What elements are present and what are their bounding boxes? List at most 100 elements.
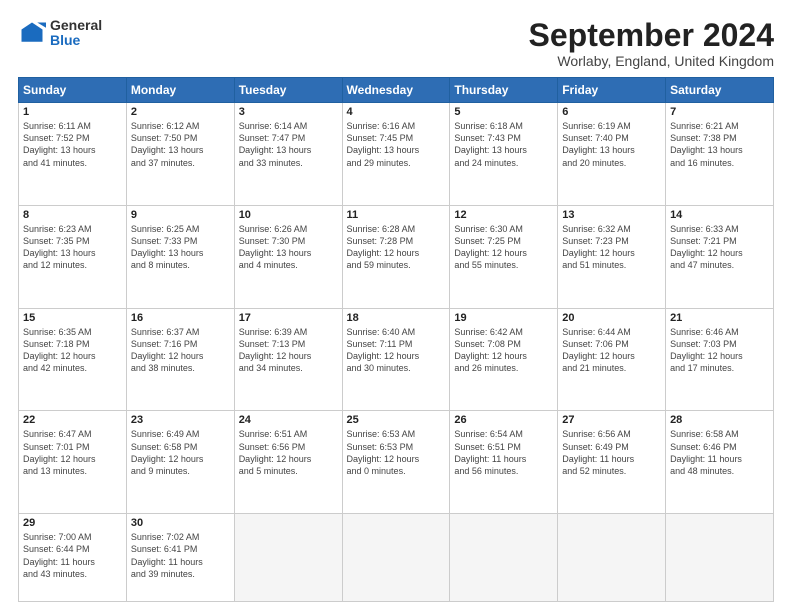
day-info: Sunrise: 6:49 AM Sunset: 6:58 PM Dayligh…	[131, 428, 230, 477]
logo-blue-text: Blue	[50, 33, 102, 48]
day-info: Sunrise: 6:16 AM Sunset: 7:45 PM Dayligh…	[347, 120, 446, 169]
calendar-cell: 6 Sunrise: 6:19 AM Sunset: 7:40 PM Daylig…	[558, 103, 666, 206]
day-number: 13	[562, 209, 661, 221]
day-info: Sunrise: 6:42 AM Sunset: 7:08 PM Dayligh…	[454, 326, 553, 375]
calendar-cell: 30 Sunrise: 7:02 AM Sunset: 6:41 PM Dayli…	[126, 514, 234, 602]
calendar-table: Sunday Monday Tuesday Wednesday Thursday…	[18, 77, 774, 602]
day-info: Sunrise: 6:56 AM Sunset: 6:49 PM Dayligh…	[562, 428, 661, 477]
day-info: Sunrise: 7:00 AM Sunset: 6:44 PM Dayligh…	[23, 531, 122, 580]
calendar-cell: 11 Sunrise: 6:28 AM Sunset: 7:28 PM Dayli…	[342, 205, 450, 308]
day-number: 10	[239, 209, 338, 221]
calendar-cell: 12 Sunrise: 6:30 AM Sunset: 7:25 PM Dayli…	[450, 205, 558, 308]
day-number: 11	[347, 209, 446, 221]
calendar-cell	[342, 514, 450, 602]
calendar-cell: 4 Sunrise: 6:16 AM Sunset: 7:45 PM Daylig…	[342, 103, 450, 206]
calendar-cell: 20Sunrise: 6:44 AM Sunset: 7:06 PM Dayli…	[558, 308, 666, 411]
day-number: 6	[562, 106, 661, 118]
day-number: 1	[23, 106, 122, 118]
calendar-week-5: 29 Sunrise: 7:00 AM Sunset: 6:44 PM Dayli…	[19, 514, 774, 602]
day-number: 15	[23, 312, 122, 324]
calendar-cell: 25 Sunrise: 6:53 AM Sunset: 6:53 PM Dayli…	[342, 411, 450, 514]
calendar-cell: 5 Sunrise: 6:18 AM Sunset: 7:43 PM Daylig…	[450, 103, 558, 206]
day-info: Sunrise: 6:14 AM Sunset: 7:47 PM Dayligh…	[239, 120, 338, 169]
col-thursday: Thursday	[450, 78, 558, 103]
day-info: Sunrise: 6:44 AM Sunset: 7:06 PM Dayligh…	[562, 326, 661, 375]
calendar-cell: 24 Sunrise: 6:51 AM Sunset: 6:56 PM Dayli…	[234, 411, 342, 514]
day-number: 18	[347, 312, 446, 324]
col-monday: Monday	[126, 78, 234, 103]
day-number: 26	[454, 414, 553, 426]
month-title: September 2024	[529, 18, 774, 53]
calendar-cell: 28Sunrise: 6:58 AM Sunset: 6:46 PM Dayli…	[666, 411, 774, 514]
location-subtitle: Worlaby, England, United Kingdom	[529, 53, 774, 69]
day-number: 30	[131, 517, 230, 529]
day-number: 25	[347, 414, 446, 426]
calendar-cell: 22 Sunrise: 6:47 AM Sunset: 7:01 PM Dayli…	[19, 411, 127, 514]
day-info: Sunrise: 7:02 AM Sunset: 6:41 PM Dayligh…	[131, 531, 230, 580]
day-number: 27	[562, 414, 661, 426]
day-info: Sunrise: 6:32 AM Sunset: 7:23 PM Dayligh…	[562, 223, 661, 272]
calendar-week-1: 1Sunrise: 6:11 AM Sunset: 7:52 PM Daylig…	[19, 103, 774, 206]
logo-general-text: General	[50, 18, 102, 33]
day-number: 23	[131, 414, 230, 426]
col-sunday: Sunday	[19, 78, 127, 103]
day-info: Sunrise: 6:23 AM Sunset: 7:35 PM Dayligh…	[23, 223, 122, 272]
day-number: 17	[239, 312, 338, 324]
day-info: Sunrise: 6:51 AM Sunset: 6:56 PM Dayligh…	[239, 428, 338, 477]
day-info: Sunrise: 6:19 AM Sunset: 7:40 PM Dayligh…	[562, 120, 661, 169]
col-saturday: Saturday	[666, 78, 774, 103]
day-info: Sunrise: 6:35 AM Sunset: 7:18 PM Dayligh…	[23, 326, 122, 375]
col-friday: Friday	[558, 78, 666, 103]
logo-text: General Blue	[50, 18, 102, 49]
calendar-cell: 10 Sunrise: 6:26 AM Sunset: 7:30 PM Dayli…	[234, 205, 342, 308]
day-number: 2	[131, 106, 230, 118]
day-number: 8	[23, 209, 122, 221]
day-number: 9	[131, 209, 230, 221]
calendar-cell: 29 Sunrise: 7:00 AM Sunset: 6:44 PM Dayli…	[19, 514, 127, 602]
calendar-cell: 13 Sunrise: 6:32 AM Sunset: 7:23 PM Dayli…	[558, 205, 666, 308]
calendar-cell: 15 Sunrise: 6:35 AM Sunset: 7:18 PM Dayli…	[19, 308, 127, 411]
day-number: 3	[239, 106, 338, 118]
calendar-cell: 1Sunrise: 6:11 AM Sunset: 7:52 PM Daylig…	[19, 103, 127, 206]
day-number: 24	[239, 414, 338, 426]
day-number: 14	[670, 209, 769, 221]
day-info: Sunrise: 6:54 AM Sunset: 6:51 PM Dayligh…	[454, 428, 553, 477]
day-info: Sunrise: 6:21 AM Sunset: 7:38 PM Dayligh…	[670, 120, 769, 169]
calendar-cell: 26 Sunrise: 6:54 AM Sunset: 6:51 PM Dayli…	[450, 411, 558, 514]
day-info: Sunrise: 6:53 AM Sunset: 6:53 PM Dayligh…	[347, 428, 446, 477]
col-tuesday: Tuesday	[234, 78, 342, 103]
calendar-header-row: Sunday Monday Tuesday Wednesday Thursday…	[19, 78, 774, 103]
day-info: Sunrise: 6:18 AM Sunset: 7:43 PM Dayligh…	[454, 120, 553, 169]
calendar-cell: 16Sunrise: 6:37 AM Sunset: 7:16 PM Dayli…	[126, 308, 234, 411]
day-info: Sunrise: 6:47 AM Sunset: 7:01 PM Dayligh…	[23, 428, 122, 477]
calendar-cell: 9Sunrise: 6:25 AM Sunset: 7:33 PM Daylig…	[126, 205, 234, 308]
calendar-week-2: 8 Sunrise: 6:23 AM Sunset: 7:35 PM Daylig…	[19, 205, 774, 308]
day-number: 21	[670, 312, 769, 324]
title-block: September 2024 Worlaby, England, United …	[529, 18, 774, 69]
calendar-week-3: 15 Sunrise: 6:35 AM Sunset: 7:18 PM Dayli…	[19, 308, 774, 411]
day-number: 5	[454, 106, 553, 118]
day-info: Sunrise: 6:30 AM Sunset: 7:25 PM Dayligh…	[454, 223, 553, 272]
day-info: Sunrise: 6:28 AM Sunset: 7:28 PM Dayligh…	[347, 223, 446, 272]
day-info: Sunrise: 6:58 AM Sunset: 6:46 PM Dayligh…	[670, 428, 769, 477]
day-info: Sunrise: 6:46 AM Sunset: 7:03 PM Dayligh…	[670, 326, 769, 375]
day-number: 12	[454, 209, 553, 221]
calendar-cell: 21 Sunrise: 6:46 AM Sunset: 7:03 PM Dayli…	[666, 308, 774, 411]
calendar-cell: 3 Sunrise: 6:14 AM Sunset: 7:47 PM Daylig…	[234, 103, 342, 206]
calendar-cell: 17Sunrise: 6:39 AM Sunset: 7:13 PM Dayli…	[234, 308, 342, 411]
day-number: 19	[454, 312, 553, 324]
logo-icon	[18, 19, 46, 47]
calendar-cell: 23 Sunrise: 6:49 AM Sunset: 6:58 PM Dayli…	[126, 411, 234, 514]
day-info: Sunrise: 6:33 AM Sunset: 7:21 PM Dayligh…	[670, 223, 769, 272]
page: General Blue September 2024 Worlaby, Eng…	[0, 0, 792, 612]
day-number: 29	[23, 517, 122, 529]
calendar-cell: 2Sunrise: 6:12 AM Sunset: 7:50 PM Daylig…	[126, 103, 234, 206]
day-info: Sunrise: 6:26 AM Sunset: 7:30 PM Dayligh…	[239, 223, 338, 272]
calendar-cell: 19 Sunrise: 6:42 AM Sunset: 7:08 PM Dayli…	[450, 308, 558, 411]
day-number: 22	[23, 414, 122, 426]
day-info: Sunrise: 6:37 AM Sunset: 7:16 PM Dayligh…	[131, 326, 230, 375]
calendar-cell: 14 Sunrise: 6:33 AM Sunset: 7:21 PM Dayli…	[666, 205, 774, 308]
calendar-cell: 7Sunrise: 6:21 AM Sunset: 7:38 PM Daylig…	[666, 103, 774, 206]
day-number: 4	[347, 106, 446, 118]
calendar-week-4: 22 Sunrise: 6:47 AM Sunset: 7:01 PM Dayli…	[19, 411, 774, 514]
